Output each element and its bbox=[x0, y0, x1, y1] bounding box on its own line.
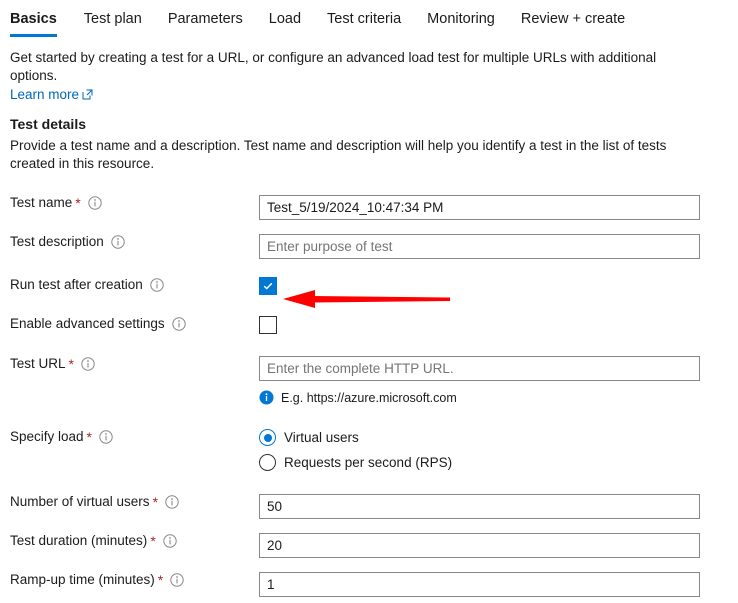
tab-load[interactable]: Load bbox=[256, 0, 314, 27]
test-url-hint: E.g. https://azure.microsoft.com bbox=[259, 390, 728, 405]
control-specify-load: Virtual users Requests per second (RPS) bbox=[259, 429, 728, 471]
tab-label: Review + create bbox=[520, 11, 626, 27]
required-asterisk: * bbox=[150, 533, 156, 549]
number-of-virtual-users-input[interactable] bbox=[259, 494, 700, 519]
label-ramp-up-time: Ramp-up time (minutes) * bbox=[10, 572, 259, 588]
control-test-duration bbox=[259, 533, 728, 558]
row-test-url: Test URL * Enter the complete HTTP URL. … bbox=[10, 356, 728, 405]
info-icon[interactable] bbox=[171, 317, 186, 331]
hint-text: E.g. https://azure.microsoft.com bbox=[281, 390, 457, 405]
section-title-test-details: Test details bbox=[10, 116, 86, 132]
radio-label: Virtual users bbox=[284, 430, 359, 445]
label-test-duration: Test duration (minutes) * bbox=[10, 533, 259, 549]
row-test-description: Test description bbox=[10, 234, 728, 259]
info-icon[interactable] bbox=[170, 573, 184, 587]
label-text: Specify load bbox=[10, 429, 84, 444]
control-ramp-up-time bbox=[259, 572, 728, 597]
label-number-of-virtual-users: Number of virtual users * bbox=[10, 494, 259, 510]
radio-requests-per-second[interactable]: Requests per second (RPS) bbox=[259, 454, 728, 471]
external-link-icon bbox=[82, 87, 93, 105]
learn-more-link[interactable]: Learn more bbox=[10, 86, 93, 105]
control-run-test-after-creation bbox=[259, 277, 728, 295]
control-number-of-virtual-users bbox=[259, 494, 728, 519]
control-test-url: E.g. https://azure.microsoft.com bbox=[259, 356, 728, 405]
ramp-up-time-input[interactable] bbox=[259, 572, 700, 597]
row-number-of-virtual-users: Number of virtual users * bbox=[10, 494, 728, 519]
intro-text: Get started by creating a test for a URL… bbox=[10, 50, 657, 83]
enable-advanced-settings-checkbox[interactable] bbox=[259, 316, 277, 334]
test-name-input[interactable] bbox=[259, 195, 700, 220]
label-text: Number of virtual users bbox=[10, 494, 150, 509]
required-asterisk: * bbox=[157, 572, 164, 588]
tab-label: Test criteria bbox=[327, 11, 402, 27]
label-text: Test duration (minutes) bbox=[10, 533, 148, 548]
label-enable-advanced-settings: Enable advanced settings bbox=[10, 316, 259, 332]
label-text: Test description bbox=[10, 234, 104, 249]
test-duration-input[interactable] bbox=[259, 533, 700, 558]
basics-form-panel: Get started by creating a test for a URL… bbox=[0, 49, 738, 597]
control-test-description bbox=[259, 234, 728, 259]
radio-button bbox=[259, 429, 276, 446]
label-specify-load: Specify load * bbox=[10, 429, 259, 445]
info-icon[interactable] bbox=[150, 278, 164, 292]
info-icon[interactable] bbox=[163, 534, 177, 548]
test-description-input[interactable] bbox=[259, 234, 700, 259]
tab-label: Basics bbox=[10, 11, 57, 27]
radio-button bbox=[259, 454, 276, 471]
label-run-test-after-creation: Run test after creation bbox=[10, 277, 259, 293]
row-run-test-after-creation: Run test after creation bbox=[10, 277, 728, 295]
row-test-duration: Test duration (minutes) * bbox=[10, 533, 728, 558]
radio-virtual-users[interactable]: Virtual users bbox=[259, 429, 728, 446]
label-text: Run test after creation bbox=[10, 277, 143, 292]
tab-test-plan[interactable]: Test plan bbox=[71, 0, 155, 27]
tab-parameters[interactable]: Parameters bbox=[155, 0, 256, 27]
tab-label: Parameters bbox=[167, 11, 243, 27]
tab-label: Test plan bbox=[83, 11, 142, 27]
tab-basics[interactable]: Basics bbox=[10, 0, 71, 36]
tab-label: Load bbox=[268, 11, 302, 27]
radio-dot bbox=[263, 433, 272, 442]
tab-label: Monitoring bbox=[427, 11, 495, 27]
row-specify-load: Specify load * Virtual users Requests pe… bbox=[10, 429, 728, 471]
tab-test-criteria[interactable]: Test criteria bbox=[314, 0, 414, 27]
test-url-input[interactable] bbox=[259, 356, 700, 381]
label-text: Enable advanced settings bbox=[10, 316, 165, 331]
tab-monitoring[interactable]: Monitoring bbox=[414, 0, 508, 27]
required-asterisk: * bbox=[86, 429, 92, 445]
info-icon[interactable] bbox=[81, 357, 95, 371]
radio-label: Requests per second (RPS) bbox=[284, 455, 453, 470]
label-test-name: Test name * bbox=[10, 195, 259, 211]
section-description: Provide a test name and a description. T… bbox=[10, 138, 667, 171]
label-text: Test name bbox=[10, 195, 73, 210]
run-test-after-creation-checkbox[interactable] bbox=[259, 277, 277, 295]
required-asterisk: * bbox=[68, 356, 74, 372]
label-test-url: Test URL * bbox=[10, 356, 259, 372]
info-icon[interactable] bbox=[88, 196, 102, 210]
test-details-form: Test name * Test description bbox=[10, 195, 728, 597]
tab-review-create[interactable]: Review + create bbox=[508, 0, 638, 27]
learn-more-label: Learn more bbox=[10, 87, 80, 102]
required-asterisk: * bbox=[75, 195, 81, 211]
control-test-name bbox=[259, 195, 728, 220]
info-icon[interactable] bbox=[111, 235, 125, 249]
row-ramp-up-time: Ramp-up time (minutes) * bbox=[10, 572, 728, 597]
required-asterisk: * bbox=[152, 494, 159, 510]
row-enable-advanced-settings: Enable advanced settings bbox=[10, 316, 728, 334]
row-test-name: Test name * bbox=[10, 195, 728, 220]
info-filled-icon bbox=[259, 390, 274, 405]
info-icon[interactable] bbox=[99, 430, 113, 444]
specify-load-radio-group: Virtual users Requests per second (RPS) bbox=[259, 429, 728, 471]
control-enable-advanced-settings bbox=[259, 316, 728, 334]
checkmark-icon bbox=[263, 282, 273, 290]
wizard-tab-bar: Basics Test plan Parameters Load Test cr… bbox=[0, 0, 738, 36]
label-text: Ramp-up time (minutes) bbox=[10, 572, 155, 587]
label-text: Test URL bbox=[10, 356, 66, 371]
info-icon[interactable] bbox=[165, 495, 179, 509]
label-test-description: Test description bbox=[10, 234, 259, 250]
